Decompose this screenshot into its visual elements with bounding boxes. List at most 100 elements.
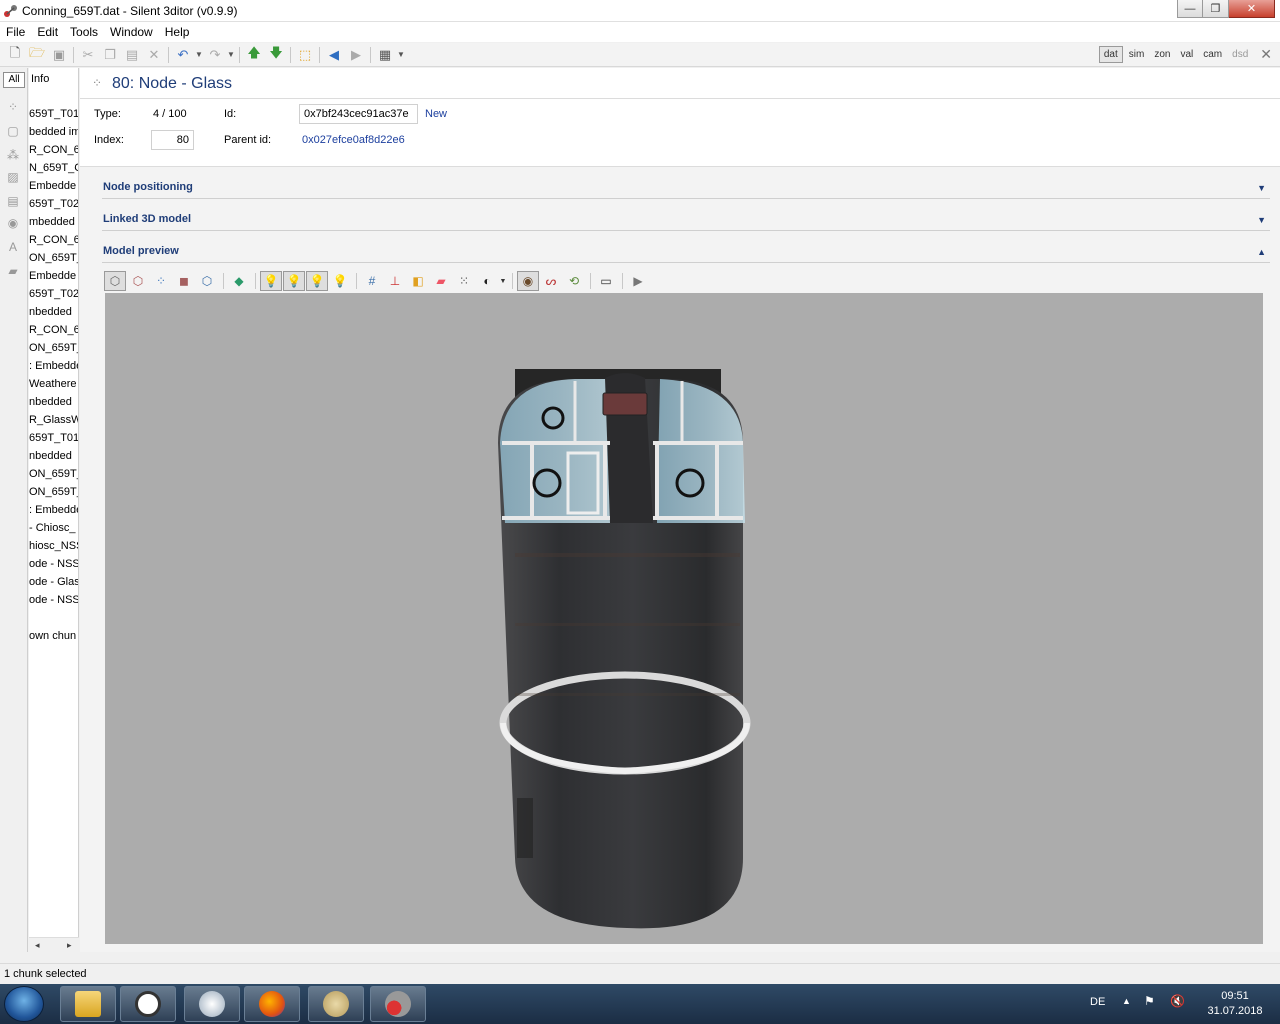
import-icon[interactable]: ⬚: [294, 45, 316, 65]
menu-window[interactable]: Window: [104, 25, 159, 39]
tree-item[interactable]: mbedded ir: [29, 216, 78, 228]
back-icon[interactable]: ◀: [323, 45, 345, 65]
taskbar-explorer[interactable]: [60, 986, 116, 1022]
chunk-filter-icon[interactable]: ▢: [6, 124, 20, 138]
tree-item[interactable]: 659T_T02.: [29, 288, 78, 300]
axes-icon[interactable]: ⊥: [384, 271, 406, 291]
wireframe-view-icon[interactable]: ⬡: [127, 271, 149, 291]
eye-icon[interactable]: ◉: [517, 271, 539, 291]
language-indicator[interactable]: DE: [1090, 996, 1105, 1008]
camera-icon[interactable]: ▭: [595, 271, 617, 291]
model-viewport[interactable]: [105, 293, 1263, 944]
parent-id-link[interactable]: 0x027efce0af8d22e6: [302, 134, 405, 146]
taskbar-paint[interactable]: [308, 986, 364, 1022]
close-button[interactable]: ✕: [1229, 0, 1275, 18]
tree-item[interactable]: ON_659T_: [29, 252, 78, 264]
tree-item[interactable]: nbedded: [29, 306, 72, 318]
expand-arrow-icon[interactable]: ▼: [1257, 215, 1266, 225]
collapse-arrow-icon[interactable]: ▲: [1257, 247, 1266, 257]
taskbar-app-2[interactable]: [120, 986, 176, 1022]
menu-edit[interactable]: Edit: [31, 25, 64, 39]
new-id-link[interactable]: New: [425, 108, 447, 120]
tree-item[interactable]: ode - NSS: [29, 558, 78, 570]
tree-item[interactable]: nbedded: [29, 450, 72, 462]
tree-item[interactable]: : Embedde: [29, 360, 78, 372]
plane-icon[interactable]: ▰: [430, 271, 452, 291]
index-field[interactable]: 80: [151, 130, 194, 150]
node-filter-icon[interactable]: ⁘: [6, 100, 20, 114]
light-2-icon[interactable]: 💡: [283, 271, 305, 291]
tree-item[interactable]: hiosc_NSS: [29, 540, 78, 552]
volume-muted-icon[interactable]: 🔇: [1170, 994, 1186, 1010]
tree-item[interactable]: ON_659T_: [29, 486, 78, 498]
tab-cam[interactable]: cam: [1199, 47, 1226, 62]
points-view-icon[interactable]: ⁘: [150, 271, 172, 291]
tree-item[interactable]: ode - Glas: [29, 576, 78, 588]
text-filter-icon[interactable]: A: [6, 240, 20, 254]
open-folder-icon[interactable]: 🗁: [26, 45, 48, 65]
tree-item[interactable]: N_659T_C: [29, 162, 78, 174]
tree-item[interactable]: Weathere: [29, 378, 77, 390]
close-document-icon[interactable]: ✕: [1260, 46, 1272, 63]
start-button[interactable]: [4, 986, 44, 1022]
id-field[interactable]: 0x7bf243cec91ac37e: [299, 104, 418, 124]
tree-item[interactable]: Embedde: [29, 270, 76, 282]
tree-item[interactable]: own chun: [29, 630, 76, 642]
bounds-view-icon[interactable]: ⬡: [196, 271, 218, 291]
tab-dsd[interactable]: dsd: [1228, 47, 1252, 62]
node-positioning-section[interactable]: Node positioning ▼: [102, 175, 1270, 199]
light-1-icon[interactable]: 💡: [260, 271, 282, 291]
new-file-icon[interactable]: 🗋: [4, 45, 26, 65]
taskbar-firefox[interactable]: [244, 986, 300, 1022]
paste-icon[interactable]: ▤: [121, 45, 143, 65]
box-icon[interactable]: ◧: [407, 271, 429, 291]
scroll-right-icon[interactable]: ▸: [67, 940, 72, 951]
undo-dropdown-icon[interactable]: ▼: [194, 45, 204, 65]
tree-item[interactable]: R_CON_659: [29, 234, 78, 246]
redo-dropdown-icon[interactable]: ▼: [226, 45, 236, 65]
view-grid-icon[interactable]: ▦: [374, 45, 396, 65]
clock[interactable]: 09:51 31.07.2018: [1200, 989, 1270, 1019]
model-preview-section[interactable]: Model preview ▲: [102, 239, 1270, 263]
light-3-icon[interactable]: 💡: [306, 271, 328, 291]
shading-dropdown-icon[interactable]: ▼: [499, 271, 507, 291]
tree-item[interactable]: Embedde: [29, 180, 76, 192]
tree-item[interactable]: 659T_T02.d: [29, 198, 78, 210]
expand-arrow-icon[interactable]: ▼: [1257, 183, 1266, 193]
play-icon[interactable]: ▶: [627, 271, 649, 291]
tree-item[interactable]: bedded im: [29, 126, 78, 138]
move-up-icon[interactable]: 🡅: [243, 45, 265, 65]
menu-help[interactable]: Help: [159, 25, 196, 39]
redo-icon[interactable]: ↷: [204, 45, 226, 65]
select-points-icon[interactable]: ⁙: [453, 271, 475, 291]
undo-icon[interactable]: ↶: [172, 45, 194, 65]
light-all-icon[interactable]: 💡: [329, 271, 351, 291]
solid-view-icon[interactable]: ⬡: [104, 271, 126, 291]
cut-icon[interactable]: ✂: [77, 45, 99, 65]
move-down-icon[interactable]: 🡇: [265, 45, 287, 65]
tree-item[interactable]: R_CON_6: [29, 324, 78, 336]
textured-view-icon[interactable]: ◼: [173, 271, 195, 291]
tab-dat[interactable]: dat: [1098, 46, 1123, 63]
grid-icon[interactable]: #: [361, 271, 383, 291]
maximize-button[interactable]: ❐: [1203, 0, 1229, 18]
tree-item[interactable]: ON_659T_: [29, 468, 78, 480]
minimize-button[interactable]: —: [1177, 0, 1203, 18]
taskbar-silent3ditor[interactable]: [370, 986, 426, 1022]
tree-item[interactable]: R_GlassW: [29, 414, 78, 426]
material-filter-icon[interactable]: ⁂: [6, 148, 20, 162]
show-hidden-icons-icon[interactable]: ▲: [1122, 996, 1131, 1006]
scroll-left-icon[interactable]: ◂: [35, 940, 40, 951]
tab-zon[interactable]: zon: [1150, 47, 1174, 62]
tree-item[interactable]: - Chiosc_: [29, 522, 75, 534]
tree-item[interactable]: nbedded: [29, 396, 72, 408]
delete-icon[interactable]: ✕: [143, 45, 165, 65]
shading-icon[interactable]: ◐: [476, 271, 498, 291]
tree-item[interactable]: ode - NSS: [29, 594, 78, 606]
copy-icon[interactable]: ❐: [99, 45, 121, 65]
taskbar-app-3[interactable]: [184, 986, 240, 1022]
tree-item[interactable]: 659T_T01.dds: [29, 108, 78, 120]
tree-item[interactable]: : Embedde: [29, 504, 78, 516]
tree-item[interactable]: 659T_T01.: [29, 432, 78, 444]
normals-icon[interactable]: ◆: [228, 271, 250, 291]
